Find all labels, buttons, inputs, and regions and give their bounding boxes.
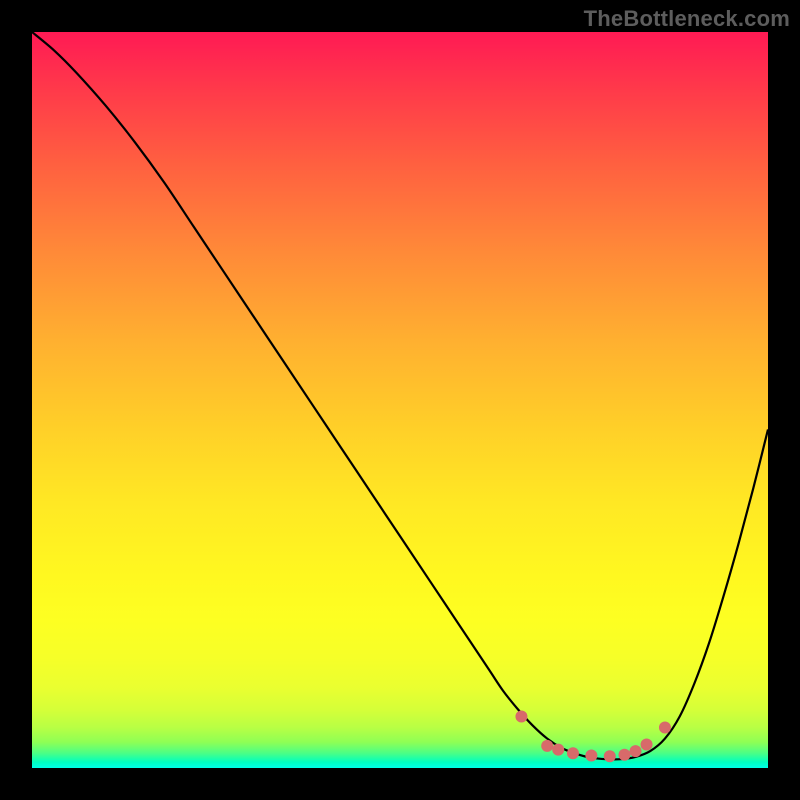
chart-dot <box>552 744 564 756</box>
chart-dot <box>641 738 653 750</box>
chart-dot <box>659 722 671 734</box>
chart-dot <box>567 747 579 759</box>
chart-dot <box>541 740 553 752</box>
chart-dot <box>618 749 630 761</box>
chart-dot <box>604 750 616 762</box>
chart-dots-group <box>515 710 671 762</box>
chart-svg <box>32 32 768 768</box>
watermark-text: TheBottleneck.com <box>584 6 790 32</box>
chart-dot <box>630 745 642 757</box>
chart-dot <box>585 749 597 761</box>
chart-plot-area <box>32 32 768 768</box>
bottleneck-curve <box>32 32 768 759</box>
chart-dot <box>515 710 527 722</box>
